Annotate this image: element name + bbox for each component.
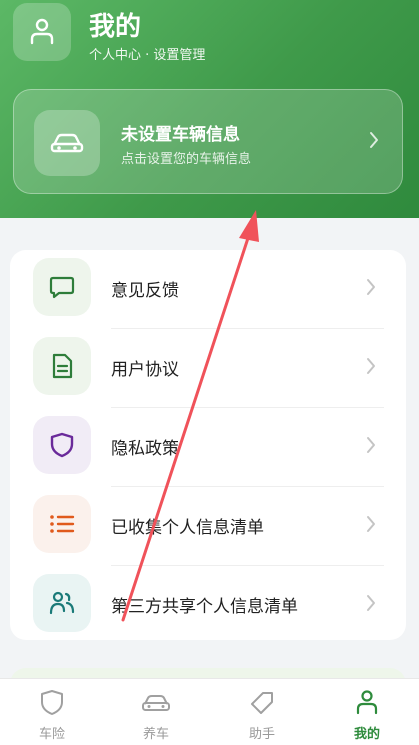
tab-assistant[interactable]: 助手	[210, 679, 314, 745]
menu-item-privacy-policy[interactable]: 隐私政策	[10, 408, 406, 487]
chevron-right-icon	[367, 279, 375, 295]
shield-icon	[50, 432, 74, 458]
chevron-right-icon	[367, 437, 375, 453]
tab-mine[interactable]: 我的	[315, 679, 419, 745]
chevron-right-icon	[370, 132, 378, 148]
menu-item-feedback[interactable]: 意见反馈	[10, 250, 406, 329]
menu-item-label: 已收集个人信息清单	[111, 518, 264, 538]
car-icon	[50, 133, 84, 153]
menu-item-collected-info-list[interactable]: 已收集个人信息清单	[10, 487, 406, 566]
menu-item-label: 意见反馈	[111, 281, 179, 301]
list-icon	[50, 515, 75, 533]
car-icon	[142, 695, 170, 711]
avatar[interactable]	[13, 3, 71, 61]
feedback-icon-box	[33, 258, 91, 316]
people-icon	[49, 591, 75, 615]
agreement-icon-box	[33, 337, 91, 395]
tab-label: 我的	[353, 727, 380, 742]
chevron-right-icon	[367, 516, 375, 532]
page-title: 我的	[89, 12, 142, 42]
people-icon-box	[33, 574, 91, 632]
chevron-right-icon	[367, 358, 375, 374]
privacy-icon-box	[33, 416, 91, 474]
list-icon-box	[33, 495, 91, 553]
vehicle-info-card[interactable]: 未设置车辆信息 点击设置您的车辆信息	[13, 89, 403, 194]
tab-label: 车险	[38, 727, 65, 742]
shield-icon	[41, 690, 63, 715]
menu-item-third-party-info-list[interactable]: 第三方共享个人信息清单	[10, 566, 406, 645]
menu-item-user-agreement[interactable]: 用户协议	[10, 329, 406, 408]
tag-icon	[251, 692, 273, 714]
bottom-tab-bar: 车险 养车 助手 我的	[0, 678, 419, 745]
vehicle-subtitle: 点击设置您的车辆信息	[121, 152, 252, 167]
menu-item-label: 隐私政策	[111, 439, 179, 459]
settings-menu: 意见反馈 用户协议 隐私政策 已收集个人信息清单 第三方共享个人信息清单	[10, 250, 406, 640]
menu-item-label: 用户协议	[111, 360, 179, 380]
person-icon	[356, 690, 378, 715]
message-icon	[49, 276, 75, 299]
tab-label: 助手	[248, 727, 275, 742]
document-icon	[52, 353, 73, 379]
tab-insurance[interactable]: 车险	[0, 679, 104, 745]
chevron-right-icon	[367, 595, 375, 611]
person-icon	[30, 18, 54, 45]
vehicle-title: 未设置车辆信息	[121, 125, 240, 145]
menu-item-label: 第三方共享个人信息清单	[111, 597, 298, 617]
vehicle-icon-box	[34, 110, 100, 176]
tab-label: 养车	[142, 727, 169, 742]
page-subtitle: 个人中心 · 设置管理	[89, 48, 206, 63]
profile-header: 我的 个人中心 · 设置管理 未设置车辆信息 点击设置您的车辆信息	[0, 0, 419, 218]
tab-car-care[interactable]: 养车	[104, 679, 208, 745]
